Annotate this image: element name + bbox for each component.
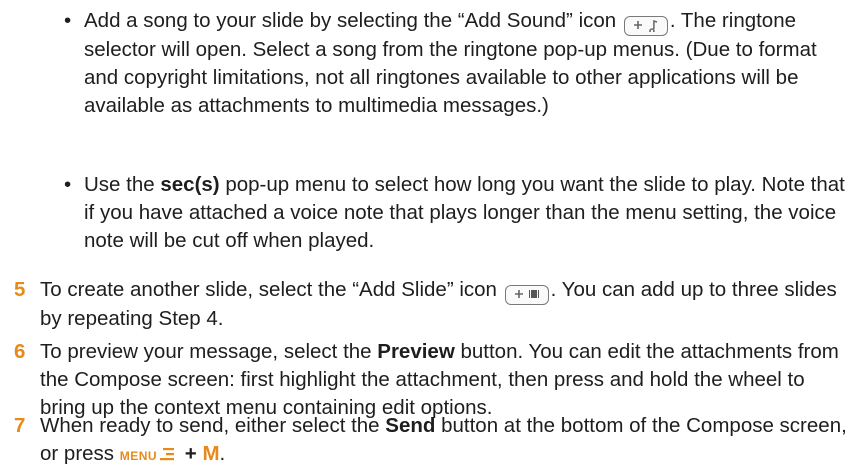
plus-sign: + [179, 442, 203, 465]
bullet-add-sound: • Add a song to your slide by selecting … [64, 7, 848, 120]
step-5: 5 To create another slide, select the “A… [14, 276, 848, 333]
step-number: 5 [14, 278, 26, 301]
menu-icon [159, 442, 175, 470]
step-text: To preview your message, select the Prev… [40, 338, 848, 422]
preview-label: Preview [377, 340, 455, 363]
text-span: . [219, 442, 226, 465]
step-number: 6 [14, 340, 26, 363]
text-span: When ready to send, either select the [40, 414, 386, 437]
sec-menu-label: sec(s) [160, 173, 220, 196]
bullet-text: Use the sec(s) pop-up menu to select how… [84, 171, 848, 255]
add-slide-icon [504, 285, 549, 305]
step-number: 7 [14, 414, 26, 437]
bullet-sec-menu: • Use the sec(s) pop-up menu to select h… [64, 171, 848, 255]
step-text: When ready to send, either select the Se… [40, 412, 848, 470]
text-span: Use the [84, 173, 161, 196]
menu-key-label: MENU [119, 449, 158, 463]
manual-page: • Add a song to your slide by selecting … [0, 0, 852, 474]
m-key-label: M [202, 442, 220, 465]
add-sound-icon [623, 16, 668, 36]
bullet-marker: • [64, 9, 72, 32]
step-7: 7 When ready to send, either select the … [14, 412, 848, 470]
step-text: To create another slide, select the “Add… [40, 276, 848, 333]
send-label: Send [385, 414, 436, 437]
step-6: 6 To preview your message, select the Pr… [14, 338, 848, 422]
text-span: To preview your message, select the [40, 340, 378, 363]
bullet-text: Add a song to your slide by selecting th… [84, 7, 848, 120]
text-span: To create another slide, select the “Add… [40, 278, 503, 301]
bullet-marker: • [64, 173, 72, 196]
bullet-text-start: Add a song to your slide by selecting th… [84, 9, 622, 32]
